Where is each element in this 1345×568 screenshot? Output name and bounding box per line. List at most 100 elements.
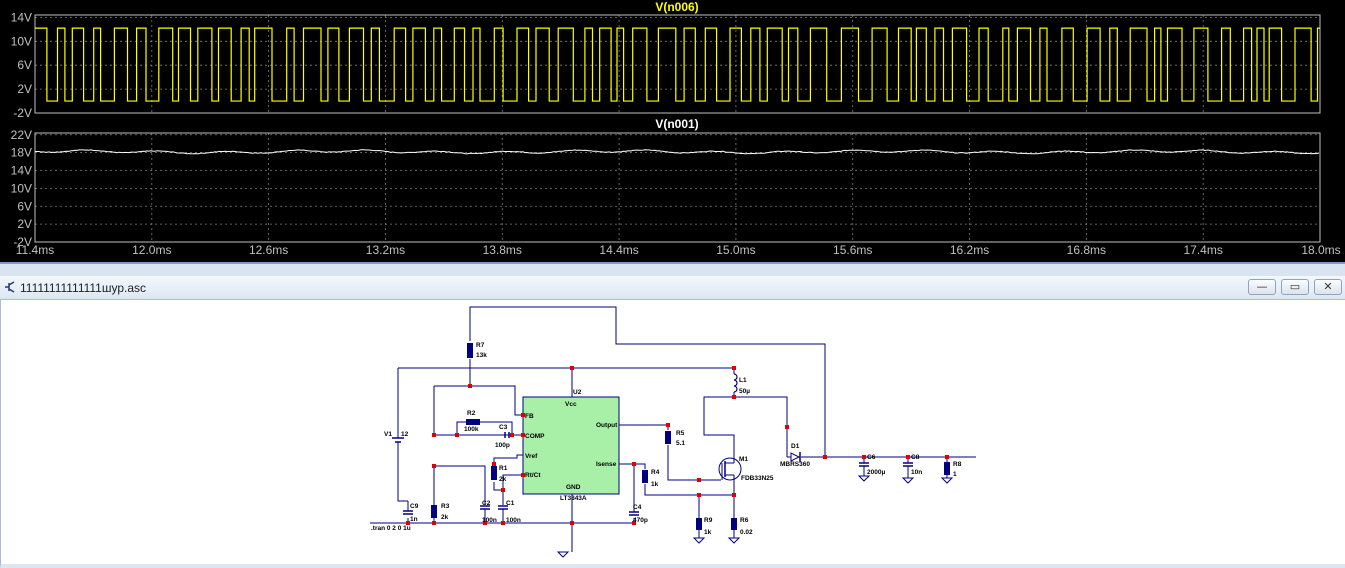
y-tick-label: 6V	[17, 199, 32, 213]
r5-value: 5.1	[676, 440, 685, 447]
r8-value: 1	[953, 471, 957, 478]
c2-value: 100n	[482, 517, 497, 524]
x-tick-label: 16.8ms	[1067, 243, 1106, 257]
r3-body[interactable]	[431, 505, 437, 518]
r3-ref: R3	[441, 503, 450, 510]
d1-part: MBRS360	[780, 461, 810, 468]
c6-ref: C6	[867, 454, 876, 461]
bottom-pane-frame	[34, 132, 1321, 243]
y-tick-label: 10V	[11, 34, 32, 48]
x-tick-label: 16.2ms	[950, 243, 989, 257]
pin-fb-label: FB	[525, 413, 534, 420]
pin-output-label: Output	[596, 422, 618, 429]
waveform-viewer[interactable]: V(n006) V(n001) 14V 10V 6V 2V -2V 22V 18V 14V 1…	[0, 0, 1345, 262]
y-tick-label: 2V	[17, 82, 32, 96]
schematic-canvas[interactable]: Vcc FB COMP Vref Rt/Ct Output Isense GND…	[0, 300, 1345, 568]
x-tick-label: 13.2ms	[366, 243, 405, 257]
pin-rtct-label: Rt/Ct	[525, 472, 541, 479]
pane-splitter[interactable]	[0, 262, 1345, 276]
r6-value: 0.02	[740, 529, 753, 536]
r2-ref: R2	[467, 410, 476, 417]
minimize-button[interactable]: —	[1248, 279, 1276, 295]
x-tick-label: 12.0ms	[132, 243, 171, 257]
trace-v-n006	[35, 27, 1320, 102]
ground-icon	[556, 551, 570, 558]
y-tick-label: 22V	[11, 128, 32, 142]
r5-ref: R5	[676, 430, 685, 437]
d1-ref: D1	[791, 443, 800, 450]
schematic-title-bar[interactable]: 11111111111111шур.asc — ▭ ✕	[0, 276, 1345, 300]
ground-icon	[940, 477, 954, 484]
spice-directive[interactable]: .tran 0 2 0 1u	[371, 525, 411, 532]
c3-value: 100p	[495, 442, 510, 449]
c8-ref: C8	[911, 454, 920, 461]
r8-body[interactable]	[944, 462, 950, 475]
pin-gnd-label: GND	[566, 484, 581, 491]
r4-body[interactable]	[642, 470, 648, 483]
pin-isense-label: Isense	[596, 461, 617, 468]
pin-comp-label: COMP	[525, 433, 545, 440]
r2-body[interactable]	[466, 419, 480, 425]
y-tick-label: -2V	[13, 106, 32, 120]
u2-part: LT3843A	[560, 495, 587, 502]
waveform-plot[interactable]: V(n006) V(n001) 14V 10V 6V 2V -2V 22V 18V 14V 1…	[0, 0, 1345, 262]
y-tick-label: 10V	[11, 181, 32, 195]
pin-vref-label: Vref	[525, 453, 538, 460]
c3-ref: C3	[499, 424, 508, 431]
window-title: 11111111111111шур.asc	[20, 281, 147, 295]
r7-value: 13k	[476, 352, 487, 359]
c1-value: 100n	[506, 517, 521, 524]
y-tick-label: 18V	[11, 146, 32, 160]
ic-lt3843a[interactable]	[522, 396, 620, 495]
c2-ref: C2	[482, 500, 491, 507]
pin-vcc-label: Vcc	[565, 401, 577, 408]
ground-icon	[901, 477, 915, 484]
ground-icon	[727, 537, 741, 544]
y-tick-label: 14V	[11, 10, 32, 24]
m1-ref: M1	[739, 456, 748, 463]
x-tick-label: 11.4ms	[16, 243, 54, 257]
c4-ref: C4	[633, 504, 642, 511]
restore-button[interactable]: ▭	[1281, 279, 1309, 295]
c1-ref: C1	[506, 500, 515, 507]
x-tick-label: 17.4ms	[1184, 243, 1223, 257]
v1-ref: V1	[384, 431, 392, 438]
close-button[interactable]: ✕	[1314, 279, 1342, 295]
r4-value: 1k	[651, 481, 659, 488]
r7-body[interactable]	[467, 343, 473, 358]
r6-body[interactable]	[731, 518, 737, 530]
ground-icon	[692, 537, 706, 544]
r7-ref: R7	[476, 342, 485, 349]
x-tick-label: 18.0ms	[1301, 243, 1340, 257]
l1-value: 50µ	[739, 388, 750, 395]
x-tick-label: 15.6ms	[833, 243, 872, 257]
v1-source[interactable]	[392, 437, 404, 443]
top-pane-frame	[34, 14, 1321, 114]
top-trace-label[interactable]: V(n006)	[655, 0, 698, 14]
r9-body[interactable]	[696, 518, 702, 530]
y-tick-label: 14V	[11, 164, 32, 178]
r6-ref: R6	[740, 517, 749, 524]
x-tick-label: 14.4ms	[599, 243, 638, 257]
schematic-drawing[interactable]: Vcc FB COMP Vref Rt/Ct Output Isense GND…	[1, 300, 1345, 568]
c4-value: 470p	[633, 517, 648, 524]
r9-ref: R9	[704, 517, 713, 524]
r1-body[interactable]	[491, 466, 497, 480]
l1-inductor[interactable]	[733, 373, 738, 393]
m1-part: FDB33N25	[741, 475, 774, 482]
l1-ref: L1	[739, 377, 747, 384]
r2-value: 100k	[464, 426, 479, 433]
r1-ref: R1	[499, 465, 508, 472]
m1-mosfet[interactable]	[718, 455, 742, 481]
v1-value: 12	[401, 431, 409, 438]
r1-value: 2k	[499, 476, 507, 483]
x-tick-label: 15.0ms	[716, 243, 755, 257]
c6-value: 2000µ	[867, 469, 885, 476]
c9-value: 1n	[410, 516, 418, 523]
r3-value: 2k	[441, 514, 449, 521]
bottom-trace-label[interactable]: V(n001)	[655, 117, 698, 131]
c9-ref: C9	[410, 503, 419, 510]
c8-value: 10n	[911, 469, 922, 476]
trace-v-n001	[35, 149, 1320, 155]
r5-body[interactable]	[665, 431, 671, 444]
